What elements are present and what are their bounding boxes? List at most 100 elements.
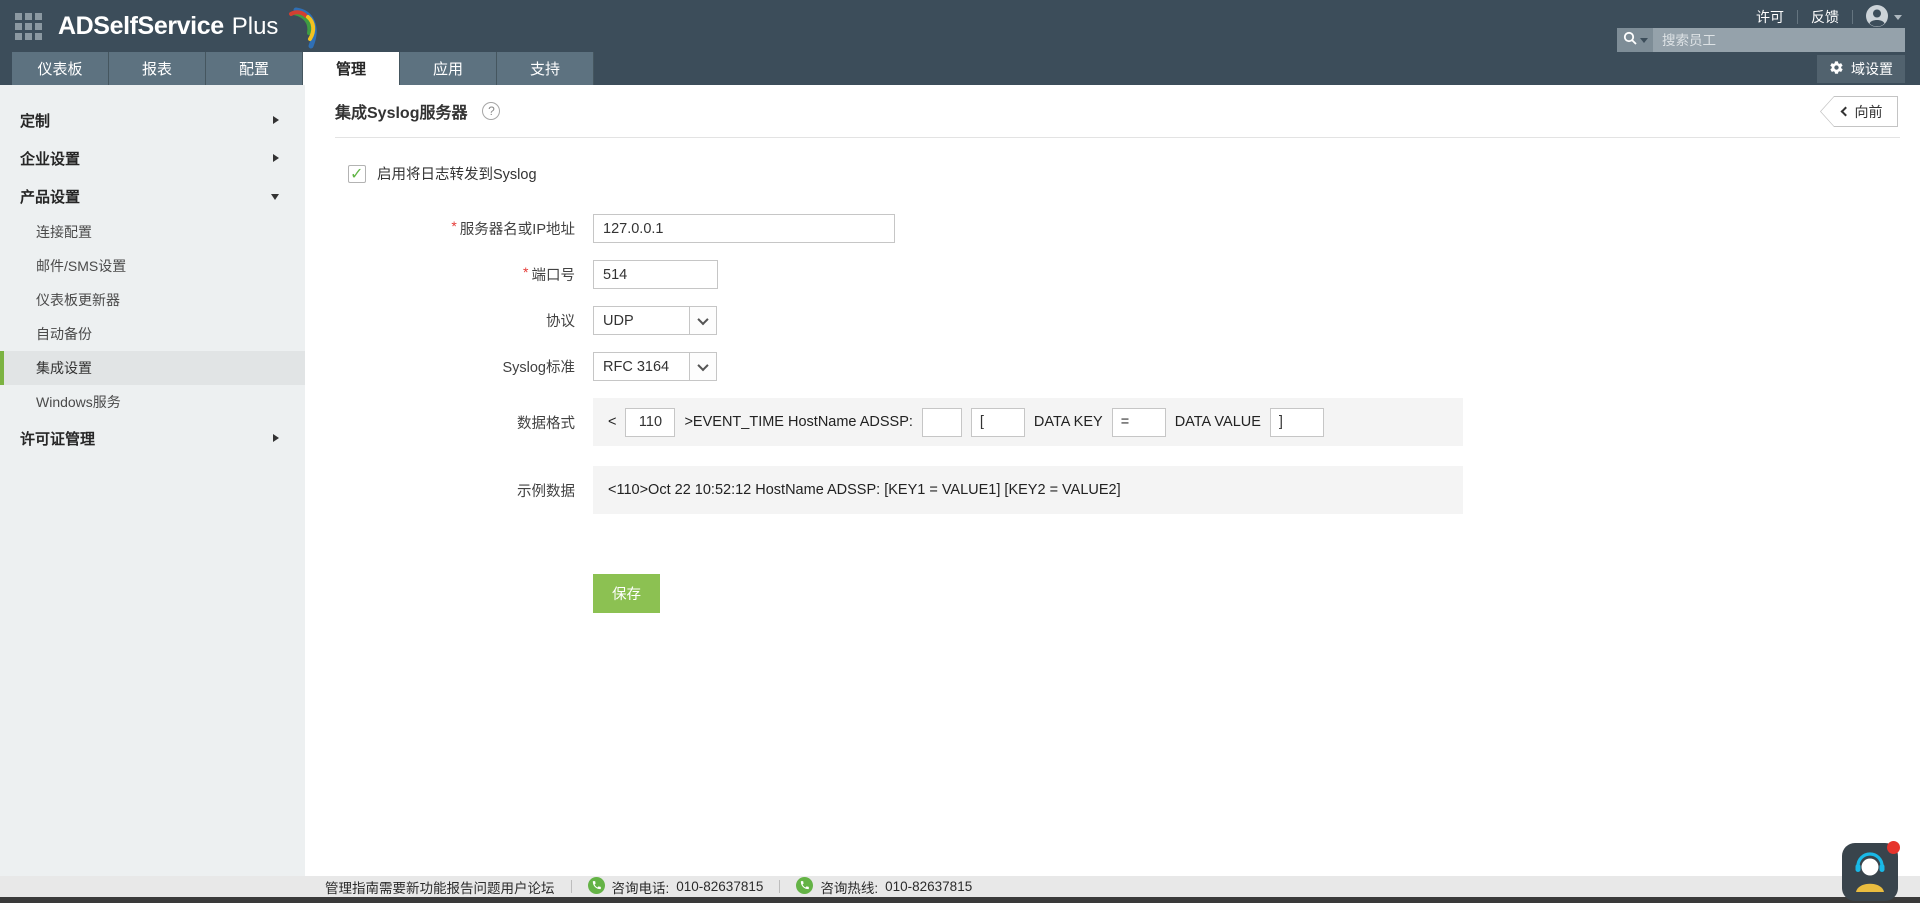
search-icon xyxy=(1623,31,1637,50)
phone1-label: 咨询电话: xyxy=(612,877,670,897)
facility-input[interactable] xyxy=(625,408,675,437)
protocol-select-value: UDP xyxy=(594,307,689,334)
phone-icon xyxy=(796,877,813,897)
brand-swoosh-icon xyxy=(284,4,322,55)
tab-admin[interactable]: 管理 xyxy=(303,52,400,85)
sample-data-text: <110>Oct 22 10:52:12 HostName ADSSP: [KE… xyxy=(608,482,1121,498)
syslog-standard-select[interactable]: RFC 3164 xyxy=(593,352,717,381)
tab-support[interactable]: 支持 xyxy=(497,52,594,85)
domain-settings-label: 域设置 xyxy=(1851,59,1893,79)
format-lt-text: < xyxy=(608,414,616,430)
chevron-down-icon xyxy=(1640,38,1648,43)
chevron-down-icon xyxy=(1894,15,1902,20)
standard-label: Syslog标准 xyxy=(335,356,575,377)
tab-configuration[interactable]: 配置 xyxy=(206,52,303,85)
data-format-bar: < >EVENT_TIME HostName ADSSP: DATA KEY D… xyxy=(593,398,1463,446)
server-input[interactable] xyxy=(593,214,895,243)
sidebar-item-dashboard-updater[interactable]: 仪表板更新器 xyxy=(0,283,305,317)
standard-row: Syslog标准 RFC 3164 xyxy=(335,352,1900,381)
data-format-label: 数据格式 xyxy=(335,412,575,433)
sidebar-item-license-management[interactable]: 许可证管理 xyxy=(0,419,305,457)
live-chat-button[interactable] xyxy=(1842,843,1898,901)
chevron-down-icon xyxy=(689,353,716,380)
tab-reports[interactable]: 报表 xyxy=(109,52,206,85)
enable-syslog-checkbox[interactable] xyxy=(348,165,366,183)
content-wrap: 定制 企业设置 产品设置 连接配置 邮件/SMS设置 仪表板更新器 自动备份 集… xyxy=(0,85,1920,876)
license-link[interactable]: 许可 xyxy=(1743,7,1797,27)
divider xyxy=(571,880,572,893)
syslog-settings-panel: 集成Syslog服务器 ? 向前 启用将日志转发到Syslog *服务器 xyxy=(305,85,1920,876)
tab-dashboard[interactable]: 仪表板 xyxy=(12,52,109,85)
employee-search xyxy=(1617,28,1905,52)
protocol-row: 协议 UDP xyxy=(335,306,1900,335)
sample-data-bar: <110>Oct 22 10:52:12 HostName ADSSP: [KE… xyxy=(593,466,1463,514)
footer-bar: 管理指南 需要新功能 报告问题 用户论坛 咨询电话: 010-82637815 xyxy=(0,876,1920,897)
sidebar-item-windows-service[interactable]: Windows服务 xyxy=(0,385,305,419)
gear-icon xyxy=(1829,60,1844,78)
open-bracket-input[interactable] xyxy=(971,408,1025,437)
header-top-links: 许可 反馈 xyxy=(1743,5,1906,29)
sidebar-item-customize[interactable]: 定制 xyxy=(0,101,305,139)
required-marker: * xyxy=(523,264,528,280)
need-feature-link[interactable]: 需要新功能 xyxy=(379,877,447,897)
notification-dot xyxy=(1887,841,1900,854)
chevron-down-icon xyxy=(271,194,279,200)
sidebar-section-label: 产品设置 xyxy=(20,186,80,207)
main-nav: 仪表板 报表 配置 管理 应用 支持 域设置 xyxy=(0,52,1920,85)
sidebar-item-connection-config[interactable]: 连接配置 xyxy=(0,215,305,249)
brand-name: ADSelfService xyxy=(58,12,224,41)
port-row: *端口号 xyxy=(335,260,1900,289)
format-static-text: >EVENT_TIME HostName ADSSP: xyxy=(684,414,912,430)
enable-syslog-label: 启用将日志转发到Syslog xyxy=(377,163,537,184)
sidebar-section-label: 许可证管理 xyxy=(20,428,95,449)
phone1-number: 010-82637815 xyxy=(676,879,763,894)
chevron-right-icon xyxy=(273,434,279,442)
user-forum-link[interactable]: 用户论坛 xyxy=(501,877,555,897)
sidebar-item-auto-backup[interactable]: 自动备份 xyxy=(0,317,305,351)
syslog-standard-select-value: RFC 3164 xyxy=(594,353,689,380)
sidebar-section-label: 企业设置 xyxy=(20,148,80,169)
search-input[interactable] xyxy=(1653,28,1905,52)
app-grid-icon[interactable] xyxy=(15,13,42,40)
protocol-select[interactable]: UDP xyxy=(593,306,717,335)
sample-data-label: 示例数据 xyxy=(335,480,575,501)
port-label-text: 端口号 xyxy=(532,268,576,284)
help-icon[interactable]: ? xyxy=(482,102,500,120)
close-bracket-input[interactable] xyxy=(1270,408,1324,437)
port-label: *端口号 xyxy=(335,264,575,285)
footer: 管理指南 需要新功能 报告问题 用户论坛 咨询电话: 010-82637815 xyxy=(0,876,1920,903)
chevron-right-icon xyxy=(273,116,279,124)
domain-settings-button[interactable]: 域设置 xyxy=(1817,55,1905,83)
server-label-text: 服务器名或IP地址 xyxy=(460,222,575,238)
server-label: *服务器名或IP地址 xyxy=(335,218,575,239)
syslog-form: *服务器名或IP地址 *端口号 协议 xyxy=(335,214,1900,613)
sidebar-section-label: 定制 xyxy=(20,110,50,131)
phone-contact-1: 咨询电话: 010-82637815 xyxy=(588,877,764,897)
brand-suffix: Plus xyxy=(232,13,279,41)
divider xyxy=(779,880,780,893)
equals-input[interactable] xyxy=(1112,408,1166,437)
chevron-left-icon xyxy=(1840,107,1850,117)
phone2-number: 010-82637815 xyxy=(885,879,972,894)
report-issue-link[interactable]: 报告问题 xyxy=(447,877,501,897)
sidebar-item-enterprise-settings[interactable]: 企业设置 xyxy=(0,139,305,177)
user-menu[interactable] xyxy=(1853,4,1906,31)
tab-application[interactable]: 应用 xyxy=(400,52,497,85)
feedback-link[interactable]: 反馈 xyxy=(1798,7,1852,27)
sidebar-item-integration-settings[interactable]: 集成设置 xyxy=(0,351,305,385)
support-agent-icon xyxy=(1848,850,1892,901)
delimiter-input[interactable] xyxy=(922,408,962,437)
back-button[interactable]: 向前 xyxy=(1820,96,1898,127)
server-row: *服务器名或IP地址 xyxy=(335,214,1900,243)
sidebar-item-product-settings[interactable]: 产品设置 xyxy=(0,177,305,215)
admin-guide-link[interactable]: 管理指南 xyxy=(325,877,379,897)
sidebar-item-mail-sms-settings[interactable]: 邮件/SMS设置 xyxy=(0,249,305,283)
search-scope-button[interactable] xyxy=(1617,28,1653,52)
phone-contact-2: 咨询热线: 010-82637815 xyxy=(796,877,972,897)
user-avatar-icon xyxy=(1865,4,1889,31)
footer-bottom-strip xyxy=(0,897,1920,903)
port-input[interactable] xyxy=(593,260,718,289)
save-button[interactable]: 保存 xyxy=(593,574,660,613)
sample-data-row: 示例数据 <110>Oct 22 10:52:12 HostName ADSSP… xyxy=(335,466,1900,514)
back-button-label: 向前 xyxy=(1855,102,1883,122)
